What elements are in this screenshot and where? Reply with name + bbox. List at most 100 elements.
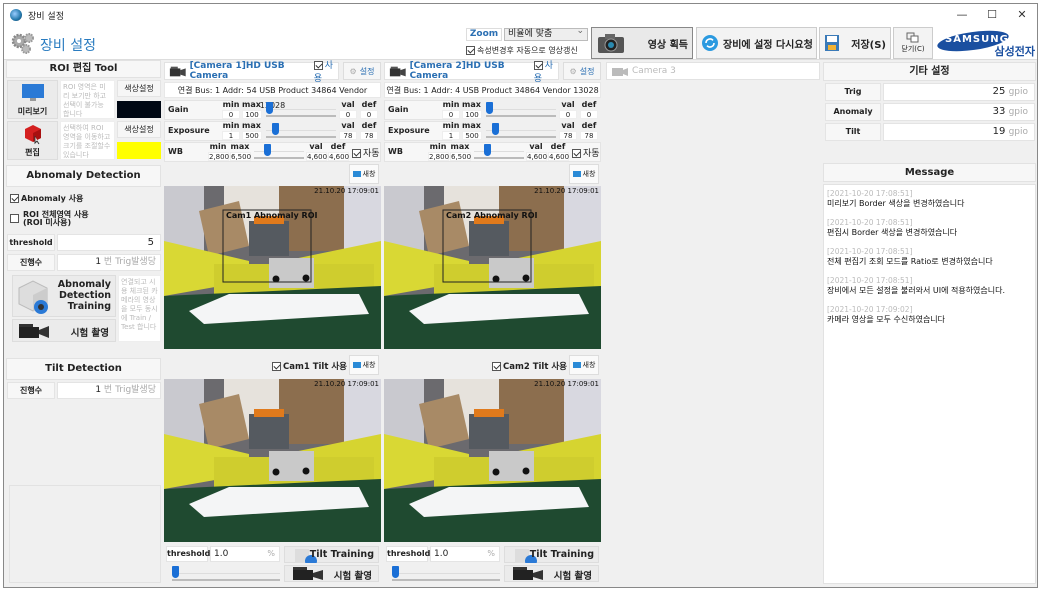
slider-thumb[interactable] [172,566,179,578]
message-log[interactable]: [2021-10-20 17:08:51] 미리보기 Border 색상을 변경… [823,184,1036,584]
slider-thumb[interactable] [486,102,493,114]
message-item: [2021-10-20 17:08:51] 미리보기 Border 색상을 변경… [827,189,1032,209]
close-dialog-button[interactable]: 닫기(C) [893,27,933,59]
gain-slider[interactable] [266,100,336,120]
gain-val-value[interactable]: 0 [559,110,577,119]
tilt-threshold-value: 1.0 [434,549,449,559]
rerequest-settings-button[interactable]: 장비에 설정 다시요청 [696,27,817,59]
camera-use-checkbox[interactable]: 사용 [533,58,558,84]
wb-row: WB min max 2,800 6,500 val def 4,600 4,6… [164,142,381,162]
tilt-new-window-button[interactable]: 새창 [569,355,599,375]
roi-full-checkbox[interactable]: ROI 전체영역 사용 (ROI 미사용) [10,211,89,227]
exposure-val-value[interactable]: 78 [339,131,357,140]
def-label: def [581,100,597,109]
anomaly-camera-view[interactable]: Cam1 Abnomaly ROI 21.10.20 17:09:01 [164,186,381,349]
window-title: 장비 설정 [28,11,64,22]
camera-icon [598,34,624,53]
exposure-slider[interactable] [486,121,556,141]
tilt-training-button[interactable]: Tilt Training [284,546,379,563]
tilt-progress-field[interactable]: 1 번 Trig발생당 [57,382,161,399]
camera-header: [Camera 2]HD USB Camera 사용 [384,61,559,84]
tilt-camera-view[interactable]: 21.10.20 17:09:01 [164,379,381,542]
wb-slider[interactable] [254,142,304,162]
empty-group-box [9,485,161,583]
gpio-field[interactable]: 25 gpio [883,83,1035,101]
anomaly-camera-view[interactable]: Cam2 Abnomaly ROI 21.10.20 17:09:01 [384,186,601,349]
slider-thumb[interactable] [392,566,399,578]
tilt-new-window-button[interactable]: 새창 [349,355,379,375]
preview-color-swatch[interactable] [117,101,161,118]
message-text: 전체 편집기 조회 모드를 Ratio로 변경하였습니다 [827,257,993,266]
tilt-use-checkbox[interactable]: Cam1 Tilt 사용 [272,360,347,372]
new-window-label: 새창 [362,361,376,369]
camera-connection-info: 연결 Bus: 1 Addr: 54 USB Product 34864 Ven… [164,82,381,110]
gear-icon: ⚙ [569,66,577,76]
auto-refresh-checkbox[interactable]: 속성변경후 자동으로 영상갱신 [466,45,578,56]
gpio-field[interactable]: 19 gpio [883,123,1035,141]
camera-settings-button[interactable]: ⚙ 설정 [343,62,381,80]
camera-timestamp: 21.10.20 17:09:01 [534,380,599,388]
rerequest-label: 장비에 설정 다시요청 [723,39,813,51]
slider-thumb[interactable] [272,123,279,135]
anomaly-training-button[interactable]: Abnomaly Detection Training [12,275,116,317]
camera-settings-button[interactable]: ⚙ 설정 [563,62,601,80]
wb-val-value[interactable]: 4,600 [306,152,327,161]
tilt-training-button[interactable]: Tilt Training [504,546,599,563]
anomaly-new-window-button[interactable]: 새창 [349,164,379,184]
camera-use-checkbox[interactable]: 사용 [313,58,338,84]
edit-color-swatch[interactable] [117,142,161,159]
edit-color-button[interactable]: 색상설정 [117,121,161,138]
exposure-val-value[interactable]: 78 [559,131,577,140]
logo-text-ko: 삼성전자 [994,45,1035,58]
gpio-field[interactable]: 33 gpio [883,103,1035,121]
header-bar: 장비 설정 Zoom 비율에 맞춤 속성변경후 자동으로 영상갱신 영상 획득 … [4,26,1037,60]
wb-auto-checkbox[interactable]: 자동 [572,146,600,159]
zoom-control: Zoom 비율에 맞춤 속성변경후 자동으로 영상갱신 [466,26,588,58]
close-button[interactable]: ✕ [1007,4,1037,26]
min-label: min [222,121,240,130]
slider-thumb[interactable] [264,144,271,156]
tilt-use-checkbox[interactable]: Cam2 Tilt 사용 [492,360,567,372]
tilt-header: Tilt Detection [6,358,161,380]
exposure-max-value: 500 [462,131,482,140]
anomaly-progress-field[interactable]: 1 번 Trig발생당 [57,254,161,271]
preview-color-button[interactable]: 색상설정 [117,80,161,97]
tilt-threshold-slider[interactable] [392,564,500,584]
wb-slider[interactable] [474,142,524,162]
val-label: val [309,142,323,151]
slider-thumb[interactable] [492,123,499,135]
edit-button[interactable]: 편집 [7,121,58,160]
tilt-threshold-input[interactable]: 1.0 % [430,546,500,562]
maximize-button[interactable]: ☐ [977,4,1007,26]
anomaly-threshold-input[interactable]: 5 [57,234,161,251]
gears-icon [11,33,34,54]
preview-button[interactable]: 미리보기 [7,80,58,119]
slider-thumb[interactable] [484,144,491,156]
tilt-test-capture-button[interactable]: 시험 촬영 [504,565,599,582]
checkbox-icon [10,194,19,203]
wb-auto-checkbox[interactable]: 자동 [352,146,380,159]
wb-val-value[interactable]: 4,600 [526,152,547,161]
tilt-camera-view[interactable]: 21.10.20 17:09:01 [384,379,601,542]
gain-row: Gain min max 0 100 val def 0 0 [164,100,381,120]
message-item: [2021-10-20 17:08:51] 편집시 Border 색상을 변경하… [827,218,1032,238]
exposure-slider[interactable] [266,121,336,141]
camera3-header[interactable]: Camera 3 [606,62,820,80]
gain-slider[interactable] [486,100,556,120]
slider-thumb[interactable] [266,102,273,114]
message-item: [2021-10-20 17:08:51] 전체 편집기 조회 모드를 Rati… [827,247,1032,267]
zoom-select[interactable]: 비율에 맞춤 [504,26,588,41]
save-button[interactable]: 저장(S) [819,27,891,59]
anomaly-new-window-button[interactable]: 새창 [569,164,599,184]
gain-val-value[interactable]: 0 [339,110,357,119]
anomaly-use-checkbox[interactable]: Abnomaly 사용 [10,193,83,204]
minimize-button[interactable]: — [947,4,977,26]
anomaly-test-capture-button[interactable]: 시험 촬영 [12,319,116,342]
tilt-threshold-input[interactable]: 1.0 % [210,546,280,562]
capture-button[interactable]: 영상 획득 [591,27,693,59]
right-panel: 기타 설정 Trig 25 gpio Anomaly 33 gpio Tilt … [822,60,1037,585]
anomaly-progress-value: 1 [95,257,102,267]
message-text: 장비에서 모든 설정을 불러와서 UI에 적용하였습니다. [827,286,1006,295]
tilt-threshold-slider[interactable] [172,564,280,584]
tilt-test-capture-button[interactable]: 시험 촬영 [284,565,379,582]
